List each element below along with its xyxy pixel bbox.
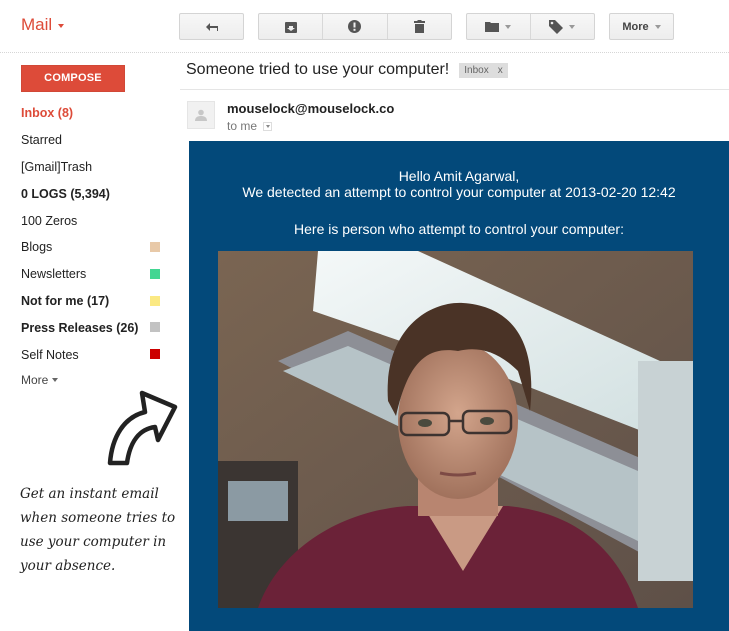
sidebar-item-not-for-me-17[interactable]: Not for me (17) xyxy=(0,288,180,315)
reply-button[interactable] xyxy=(179,13,244,40)
subject-row: Someone tried to use your computer! Inbo… xyxy=(186,61,508,79)
trash-icon xyxy=(413,20,425,33)
sidebar-item-newsletters[interactable]: Newsletters xyxy=(0,261,180,288)
sidebar-item-label: Self Notes xyxy=(21,347,79,362)
reply-icon xyxy=(205,22,218,31)
promo-text: Get an instant email when someone tries … xyxy=(20,486,176,574)
more-label: More xyxy=(21,372,49,387)
sidebar-item-100-zeros[interactable]: 100 Zeros xyxy=(0,207,180,234)
sidebar-item-label: 100 Zeros xyxy=(21,213,78,228)
labels-button[interactable] xyxy=(531,14,595,39)
archive-icon xyxy=(284,21,297,33)
email-body: Hello Amit Agarwal, We detected an attem… xyxy=(189,141,729,631)
sidebar-item-self-notes[interactable]: Self Notes xyxy=(0,341,180,368)
detection-text: We detected an attempt to control your c… xyxy=(242,184,676,200)
chevron-down-icon xyxy=(52,377,59,382)
mail-label: Mail xyxy=(21,15,53,34)
sidebar-nav: Inbox (8) Starred [Gmail]Trash 0 LOGS (5,39… xyxy=(0,100,180,392)
recipient-row: to me xyxy=(227,119,273,133)
report-spam-button[interactable] xyxy=(323,14,388,39)
email-subject: Someone tried to use your computer! xyxy=(186,61,450,78)
divider xyxy=(180,89,729,90)
sidebar-item-label: 0 LOGS (5,394) xyxy=(21,186,110,201)
chevron-down-icon xyxy=(569,24,576,29)
label-color-swatch[interactable] xyxy=(150,322,160,333)
sidebar-item-press-releases-26[interactable]: Press Releases (26) xyxy=(0,314,180,341)
more-button[interactable]: More xyxy=(609,13,674,40)
sender-email[interactable]: mouselock@mouselock.co xyxy=(227,101,394,116)
remove-label-icon[interactable]: x xyxy=(498,65,503,76)
sidebar-item-starred[interactable]: Starred xyxy=(0,127,180,154)
top-header: Mail More xyxy=(0,0,729,53)
sidebar-item-inbox-8[interactable]: Inbox (8) xyxy=(0,100,180,127)
sidebar-item-blogs[interactable]: Blogs xyxy=(0,234,180,261)
sidebar-item-label: Newsletters xyxy=(21,267,87,282)
chevron-down-icon xyxy=(265,124,270,128)
label-color-swatch[interactable] xyxy=(150,241,160,252)
sidebar-item-gmail-trash[interactable]: [Gmail]Trash xyxy=(0,154,180,181)
person-icon xyxy=(195,109,207,121)
recipient-label: to me xyxy=(227,119,258,133)
sidebar-item-label: Not for me (17) xyxy=(21,293,110,308)
show-details-button[interactable] xyxy=(263,121,273,131)
label-chip-text: Inbox xyxy=(464,64,489,76)
webcam-photo xyxy=(218,251,693,608)
move-label-group xyxy=(466,13,595,40)
sidebar-item-label: Starred xyxy=(21,133,62,148)
sidebar-item-label: Inbox (8) xyxy=(21,106,74,121)
chevron-down-icon xyxy=(58,24,65,28)
compose-button[interactable]: COMPOSE xyxy=(21,65,125,92)
sidebar-item-label: Press Releases (26) xyxy=(21,320,139,335)
sidebar-item-label: [Gmail]Trash xyxy=(21,159,93,174)
action-button-group xyxy=(258,13,452,40)
archive-button[interactable] xyxy=(259,14,324,39)
label-color-swatch[interactable] xyxy=(150,295,160,306)
sidebar-item-0-logs-5-394[interactable]: 0 LOGS (5,394) xyxy=(0,180,180,207)
curved-arrow-icon xyxy=(107,390,178,466)
sidebar-item-label: Blogs xyxy=(21,240,53,255)
chevron-down-icon xyxy=(505,24,512,29)
sender-avatar xyxy=(187,101,215,129)
move-to-button[interactable] xyxy=(467,14,531,39)
person-intro-text: Here is person who attempt to control yo… xyxy=(294,221,624,237)
report-spam-icon xyxy=(348,20,362,33)
label-color-swatch[interactable] xyxy=(150,349,160,360)
label-color-swatch[interactable] xyxy=(150,268,160,279)
label-tag-icon xyxy=(549,19,564,34)
greeting-text: Hello Amit Agarwal, xyxy=(398,168,520,184)
more-label: More xyxy=(622,20,649,33)
folder-icon xyxy=(485,22,500,32)
delete-button[interactable] xyxy=(388,14,451,39)
intruder-photo[interactable] xyxy=(218,251,693,608)
inbox-label-chip[interactable]: Inbox x xyxy=(459,62,508,78)
chevron-down-icon xyxy=(654,24,661,29)
mail-menu-button[interactable]: Mail xyxy=(21,15,65,35)
